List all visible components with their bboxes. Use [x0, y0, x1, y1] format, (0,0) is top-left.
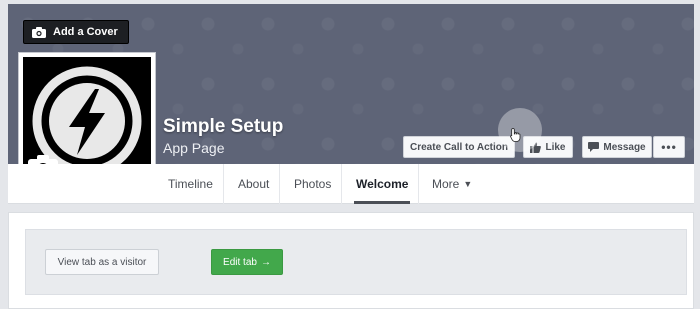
tab-more-label: More [432, 177, 460, 191]
like-label: Like [545, 141, 566, 153]
create-call-to-action-label: Create Call to Action [410, 141, 508, 153]
tab-photos[interactable]: Photos [284, 164, 343, 204]
camera-icon [32, 26, 46, 38]
edit-tab-button[interactable]: Edit tab → [211, 249, 283, 275]
view-as-visitor-label: View tab as a visitor [57, 256, 147, 268]
facebook-page: Add a Cover Simple Setup App Page Create… [0, 0, 700, 309]
tab-welcome[interactable]: Welcome [346, 164, 420, 204]
tab-photos-label: Photos [294, 177, 332, 191]
view-as-visitor-button[interactable]: View tab as a visitor [45, 249, 159, 275]
caret-down-icon: ▼ [463, 179, 473, 189]
more-options-button[interactable]: ••• [653, 136, 685, 158]
page-nav-bar: Timeline About Photos Welcome More ▼ [8, 164, 694, 204]
message-icon [588, 142, 600, 152]
edit-tab-label: Edit tab [223, 256, 257, 268]
tab-more[interactable]: More ▼ [422, 164, 482, 204]
tab-about[interactable]: About [228, 164, 281, 204]
more-options-icon: ••• [661, 140, 677, 154]
add-cover-button[interactable]: Add a Cover [23, 20, 129, 44]
tab-about-label: About [238, 177, 270, 191]
tab-timeline[interactable]: Timeline [158, 164, 224, 204]
create-call-to-action-button[interactable]: Create Call to Action [403, 136, 515, 158]
add-cover-label: Add a Cover [53, 26, 118, 38]
message-button[interactable]: Message [582, 136, 652, 158]
message-label: Message [603, 141, 646, 153]
page-category: App Page [163, 140, 225, 156]
welcome-tab-content: View tab as a visitor Edit tab → [8, 212, 694, 309]
arrow-right-icon: → [260, 256, 271, 268]
tab-welcome-label: Welcome [356, 177, 409, 191]
tab-admin-panel: View tab as a visitor Edit tab → [25, 229, 687, 295]
tab-timeline-label: Timeline [168, 177, 213, 191]
page-title[interactable]: Simple Setup [163, 116, 283, 138]
hand-cursor-icon [510, 128, 521, 142]
